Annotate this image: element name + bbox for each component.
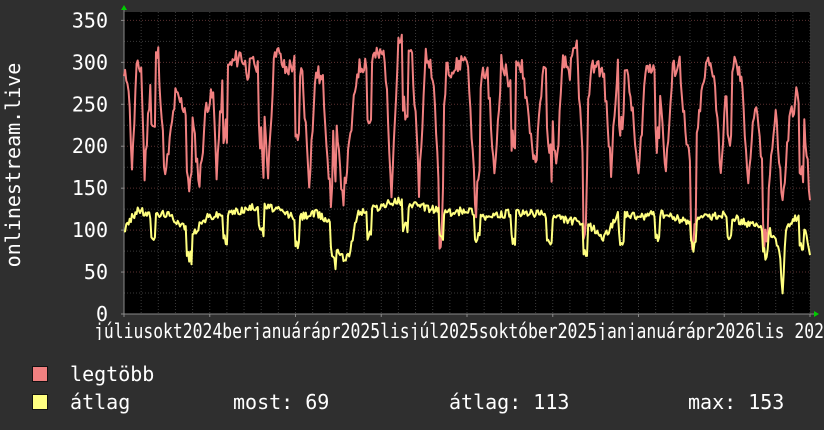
x-tick-labels: júliusokt2024berjanuárápr2025lisjúl2025s… bbox=[94, 319, 824, 340]
stat-average: átlag: 113 bbox=[449, 390, 570, 414]
chart: 050100150200250300350 júliusokt2024berja… bbox=[1, 5, 824, 340]
legend-swatch-max bbox=[32, 366, 48, 382]
legend-item-avg: átlag bbox=[32, 390, 130, 414]
legend-item-max: legtöbb bbox=[32, 362, 154, 386]
grid bbox=[121, 5, 819, 317]
y-tick-label: 50 bbox=[84, 260, 108, 284]
x-axis-ticks: júliusokt2024berjanuárápr2025lisjúl2025s… bbox=[94, 314, 824, 340]
y-axis-arrow bbox=[121, 5, 127, 10]
y-tick-label: 150 bbox=[72, 176, 108, 200]
y-axis-label: onlinestream.live bbox=[1, 63, 25, 268]
y-tick-label: 350 bbox=[72, 8, 108, 32]
legend-label-max: legtöbb bbox=[70, 362, 155, 386]
legend-swatch-avg bbox=[32, 394, 48, 410]
legend-label-avg: átlag bbox=[70, 390, 131, 414]
y-tick-label: 100 bbox=[72, 218, 108, 242]
stat-maximum: max: 153 bbox=[688, 390, 785, 414]
y-tick-label: 200 bbox=[72, 134, 108, 158]
stat-current: most: 69 bbox=[233, 390, 330, 414]
y-tick-label: 250 bbox=[72, 92, 108, 116]
x-axis-arrow bbox=[814, 311, 819, 317]
y-tick-label: 300 bbox=[72, 50, 108, 74]
y-axis-ticks: 050100150200250300350 bbox=[72, 8, 124, 326]
